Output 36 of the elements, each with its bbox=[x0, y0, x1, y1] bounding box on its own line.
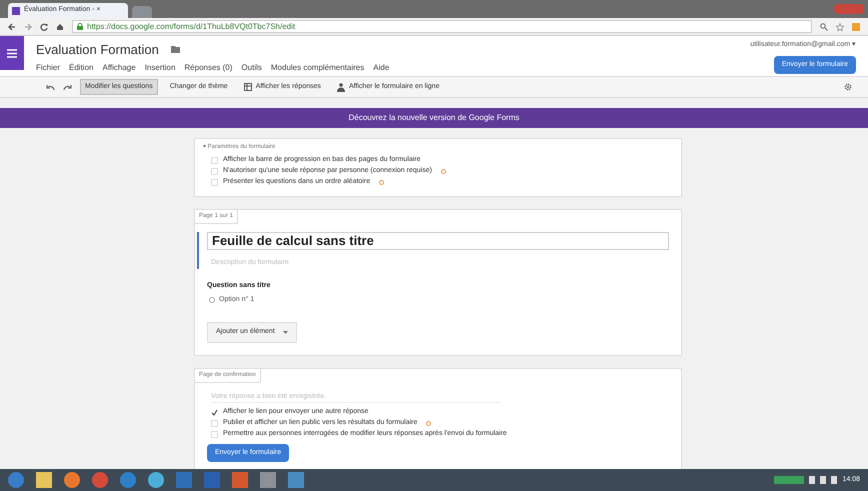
radio-button[interactable] bbox=[209, 296, 215, 303]
menu-icon bbox=[7, 48, 17, 58]
address-field[interactable]: https://docs.google.com/forms/d/1ThuLb8VQt0Tbc7Sh/edit bbox=[72, 20, 812, 33]
menu-button[interactable] bbox=[0, 36, 24, 70]
forward-icon[interactable] bbox=[24, 22, 32, 30]
checkbox[interactable] bbox=[211, 408, 218, 416]
reload-icon[interactable] bbox=[40, 22, 48, 30]
redo-icon[interactable] bbox=[63, 84, 72, 90]
title-field[interactable]: Feuille de calcul sans titre bbox=[207, 232, 669, 250]
menu-item[interactable]: Aide bbox=[373, 62, 390, 74]
help-icon[interactable] bbox=[379, 180, 384, 185]
form-icon bbox=[12, 6, 20, 14]
undo-icon[interactable] bbox=[46, 84, 55, 90]
person-icon bbox=[336, 82, 345, 92]
menu-item[interactable]: Édition bbox=[69, 62, 94, 74]
extension-icon[interactable] bbox=[852, 22, 860, 30]
menu-item[interactable]: Fichier bbox=[36, 62, 60, 74]
home-icon[interactable] bbox=[56, 22, 64, 30]
promo-banner[interactable]: Découvrez la nouvelle version de Google Forms bbox=[0, 108, 868, 128]
menu-item[interactable]: Affichage bbox=[102, 62, 136, 74]
menu-item[interactable]: Insertion bbox=[144, 62, 176, 74]
back-icon[interactable] bbox=[8, 22, 16, 30]
menu-item[interactable]: Modules complémentaires bbox=[270, 62, 364, 74]
help-icon[interactable] bbox=[426, 420, 432, 426]
start-button[interactable] bbox=[8, 472, 24, 488]
menu-item[interactable]: Outils bbox=[241, 62, 262, 74]
zoom-icon[interactable] bbox=[820, 22, 828, 30]
new-tab-button[interactable] bbox=[132, 6, 152, 18]
star-icon[interactable] bbox=[836, 22, 844, 30]
caret-icon bbox=[282, 330, 288, 334]
settings-icon[interactable] bbox=[844, 83, 852, 91]
menu-item[interactable]: Réponses (0) bbox=[184, 62, 232, 74]
table-icon bbox=[244, 83, 252, 91]
lock-icon bbox=[77, 23, 83, 30]
form-title: Evaluation Formation bbox=[36, 41, 159, 59]
help-icon[interactable] bbox=[440, 169, 446, 174]
